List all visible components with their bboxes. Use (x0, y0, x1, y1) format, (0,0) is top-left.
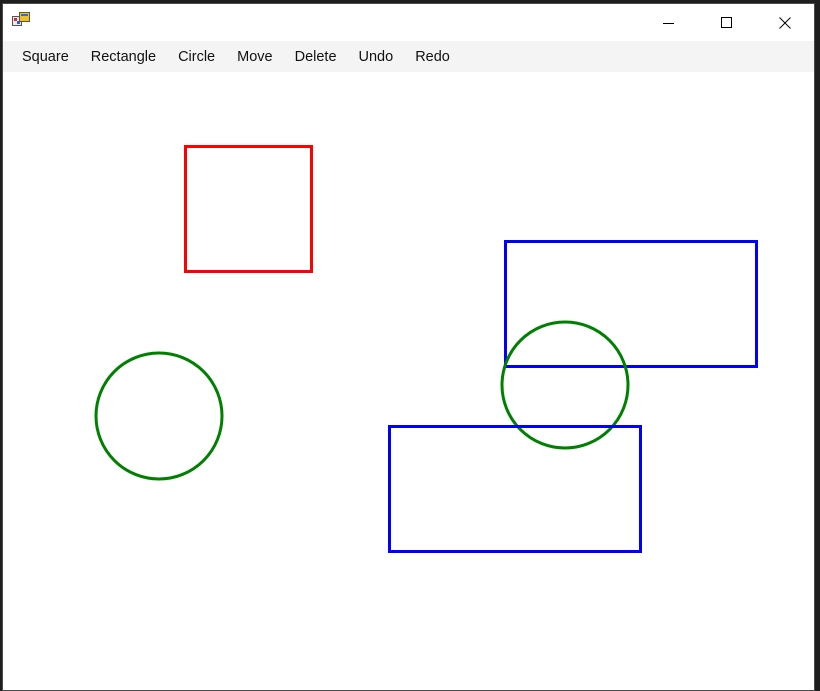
circle-shape[interactable] (94, 351, 224, 481)
square-shape[interactable] (184, 145, 313, 273)
menu-item-undo[interactable]: Undo (348, 46, 405, 68)
menu-bar: Square Rectangle Circle Move Delete Undo… (3, 41, 814, 72)
circle-shape[interactable] (500, 320, 630, 450)
rectangle-shape[interactable] (504, 240, 758, 368)
app-window: Square Rectangle Circle Move Delete Undo… (2, 3, 815, 691)
menu-item-circle[interactable]: Circle (167, 46, 226, 68)
close-icon (779, 16, 791, 29)
drawing-canvas[interactable] (3, 72, 814, 690)
maximize-icon (721, 16, 733, 29)
menu-item-square[interactable]: Square (11, 46, 80, 68)
rectangle-shape[interactable] (388, 425, 642, 553)
menu-item-delete[interactable]: Delete (284, 46, 348, 68)
minimize-button[interactable] (640, 4, 698, 41)
minimize-icon (663, 17, 675, 29)
menu-item-move[interactable]: Move (226, 46, 283, 68)
title-bar[interactable] (3, 4, 814, 41)
maximize-button[interactable] (698, 4, 756, 41)
menu-item-redo[interactable]: Redo (404, 46, 461, 68)
menu-item-rectangle[interactable]: Rectangle (80, 46, 167, 68)
app-icon (12, 12, 30, 28)
close-button[interactable] (756, 4, 814, 41)
shapes-layer (94, 145, 758, 553)
